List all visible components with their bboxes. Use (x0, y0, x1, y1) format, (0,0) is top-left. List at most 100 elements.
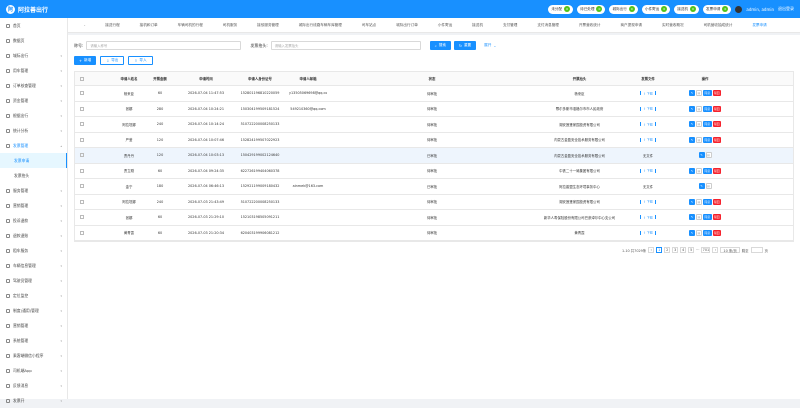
export-button[interactable]: ⇩ 导出 (100, 56, 125, 65)
delete-button[interactable]: ▤ (695, 121, 702, 128)
page-4[interactable]: 4 (680, 247, 687, 253)
edit-button[interactable]: ✎ (698, 183, 705, 190)
table-row[interactable]: 金宁 180 2026-07-04 06:46:13 1529211990091804… (75, 179, 793, 195)
sidebar-item-stats[interactable]: 统计分析 ▾ (0, 123, 67, 138)
download-button[interactable]: ↓ 下载 (640, 91, 656, 96)
edit-button[interactable]: ✎ (688, 229, 695, 236)
pill-invoice[interactable]: 发票申请 0 (703, 4, 732, 14)
edit-button[interactable]: ✎ (688, 214, 695, 221)
sidebar-item-vehicle-info[interactable]: 车辆信息管理 ▾ (0, 258, 67, 273)
sidebar-item-driver-app[interactable]: 司机端App ▾ (0, 363, 67, 378)
tab-parcel[interactable]: 小件寄运 (428, 23, 462, 28)
approve-button[interactable]: 同意 (702, 121, 712, 128)
select-all-checkbox[interactable] (80, 76, 84, 81)
sidebar-sub-invoice-title[interactable]: 发票抬头 (0, 168, 67, 183)
tab-driver-trip[interactable]: 车辆司机的行程 (168, 23, 213, 28)
row-checkbox[interactable] (80, 91, 84, 96)
sidebar-item-miniprogram[interactable]: 乘客端微信小程序 ▾ (0, 348, 67, 363)
reject-button[interactable]: 驳回 (712, 198, 722, 205)
page-1[interactable]: 1 (656, 247, 663, 253)
sidebar-item-intercity[interactable]: 城际出行 ▾ (0, 48, 67, 63)
tab-invoice-apply[interactable]: 发票申请 (742, 23, 776, 28)
sidebar-item-marketing-2[interactable]: 营销管理 ▾ (0, 318, 67, 333)
table-row[interactable]: 阿拉坦娜 240 2026-07-03 21:43:49 51072220000825… (75, 195, 793, 210)
reject-button[interactable]: 驳回 (712, 229, 722, 236)
pill-parcel[interactable]: 小件寄运 0 (641, 4, 671, 14)
edit-button[interactable]: ✎ (688, 136, 695, 143)
page-3[interactable]: 3 (672, 247, 679, 253)
reject-button[interactable]: 驳回 (712, 214, 722, 221)
sidebar-item-driver[interactable]: 驾驶员管理 ▾ (0, 273, 67, 288)
table-row[interactable]: 阿拉坦娜 240 2026-07-04 10:14:24 51072220000825… (75, 117, 793, 133)
pill-intercity[interactable]: 城际出行 0 (609, 4, 638, 14)
sidebar-item-invoice[interactable]: 发票管理 ▴ (0, 138, 67, 153)
reset-button[interactable]: ↻ 重置 (453, 41, 477, 50)
sidebar-item-invoice-open[interactable]: 发票开 ▾ (0, 393, 67, 408)
reject-button[interactable]: 驳回 (712, 136, 722, 143)
page-ellipsis[interactable]: ··· (696, 248, 699, 252)
tab-shuttle[interactable]: 接驳服务管理 (247, 23, 289, 28)
download-button[interactable]: ↓ 下载 (640, 199, 656, 204)
row-checkbox[interactable] (80, 184, 84, 189)
edit-button[interactable]: ✎ (688, 121, 695, 128)
sidebar-item-vehicle[interactable]: 用车管理 ▾ (0, 63, 67, 78)
logout-link[interactable]: 退出登录 (778, 6, 794, 12)
page-size-select[interactable]: 10 条/页 (720, 247, 740, 253)
add-button[interactable]: + 新增 (74, 56, 97, 65)
tab-station[interactable]: 司车站点 (352, 23, 386, 28)
sidebar-item-marketing[interactable]: 营销管理 ▾ (0, 198, 67, 213)
pill-unassigned[interactable]: 未分配 0 (548, 4, 574, 14)
pill-airport[interactable]: 接送机 0 (674, 4, 700, 14)
download-button[interactable]: ↓ 下载 (640, 230, 656, 235)
download-button[interactable]: ↓ 下载 (640, 215, 656, 220)
row-checkbox[interactable] (80, 122, 84, 127)
tab-payment[interactable]: 支付管理 (493, 23, 527, 28)
delete-button[interactable]: ▤ (695, 229, 702, 236)
row-checkbox[interactable] (80, 230, 84, 235)
title-input[interactable]: 请输入称号 (86, 41, 242, 50)
delete-button[interactable]: ▤ (695, 105, 702, 112)
approve-button[interactable]: 同意 (702, 105, 712, 112)
page-last[interactable]: 701 (701, 247, 711, 253)
row-checkbox[interactable] (80, 137, 84, 142)
row-checkbox[interactable] (80, 215, 84, 220)
tab-commission[interactable]: 司机营收抽成统计 (694, 23, 743, 28)
approve-button[interactable]: 同意 (702, 136, 712, 143)
sidebar-item-trip[interactable]: 根据出行 ▾ (0, 108, 67, 123)
sidebar-item-refund[interactable]: 退款退账 ▾ (0, 228, 67, 243)
search-button[interactable]: ⌕ 搜索 (429, 41, 451, 50)
tab-airport-order[interactable]: 接机和订单 (130, 23, 168, 28)
table-row[interactable]: 张娜 60 2026-07-03 21:29:10 15210319850509121… (75, 210, 793, 226)
row-checkbox[interactable] (80, 153, 84, 158)
tab-payment-msg[interactable]: 支付消息管理 (527, 23, 569, 28)
invoice-title-input[interactable]: 请输入发票抬头 (270, 41, 421, 50)
approve-button[interactable]: 同意 (702, 167, 712, 174)
table-row[interactable]: 贾立刚 60 2026-07-04 09:24:35 6227261994040603… (75, 164, 793, 179)
tab-intercity-route[interactable]: 城际出行线路车辆车库管理 (289, 23, 352, 28)
delete-button[interactable]: ▤ (695, 214, 702, 221)
tab-withdraw[interactable]: 商户提现申请 (610, 23, 652, 28)
edit-button[interactable]: ✎ (688, 90, 695, 97)
table-row[interactable]: 黄青霞 60 2026-07-03 21:20:34 6204031999060812… (75, 226, 793, 241)
row-checkbox[interactable] (80, 168, 84, 173)
reject-button[interactable]: 驳回 (712, 121, 722, 128)
reject-button[interactable]: 驳回 (712, 167, 722, 174)
sidebar-item-service[interactable]: 服务管理 ▾ (0, 183, 67, 198)
tab-airport[interactable]: 接送机 (462, 23, 493, 28)
download-button[interactable]: ↓ 下载 (640, 106, 656, 111)
sidebar-item-funds[interactable]: 资金管理 ▾ (0, 93, 67, 108)
download-button[interactable]: ↓ 下载 (640, 168, 656, 173)
delete-button[interactable]: ▤ (695, 90, 702, 97)
sidebar-item-feedback[interactable]: 反馈消息 ▾ (0, 378, 67, 393)
next-page-button[interactable]: › (712, 247, 719, 253)
pill-processed[interactable]: 待已处理 0 (577, 4, 606, 14)
approve-button[interactable]: 同意 (702, 229, 712, 236)
sidebar-item-home[interactable]: 首页 (0, 18, 67, 33)
table-row[interactable]: 严莹 120 2026-07-04 10:07:46 1528241995070229… (75, 133, 793, 148)
sidebar-item-system[interactable]: 系统管理 ▾ (0, 333, 67, 348)
delete-button[interactable]: ▤ (705, 152, 712, 159)
table-row[interactable]: 张娜 280 2026-07-04 10:24:21 1503041995091815… (75, 102, 793, 117)
delete-button[interactable]: ▤ (695, 167, 702, 174)
tab-realtime[interactable]: 实时营收概况 (652, 23, 694, 28)
delete-button[interactable]: ▤ (705, 183, 712, 190)
